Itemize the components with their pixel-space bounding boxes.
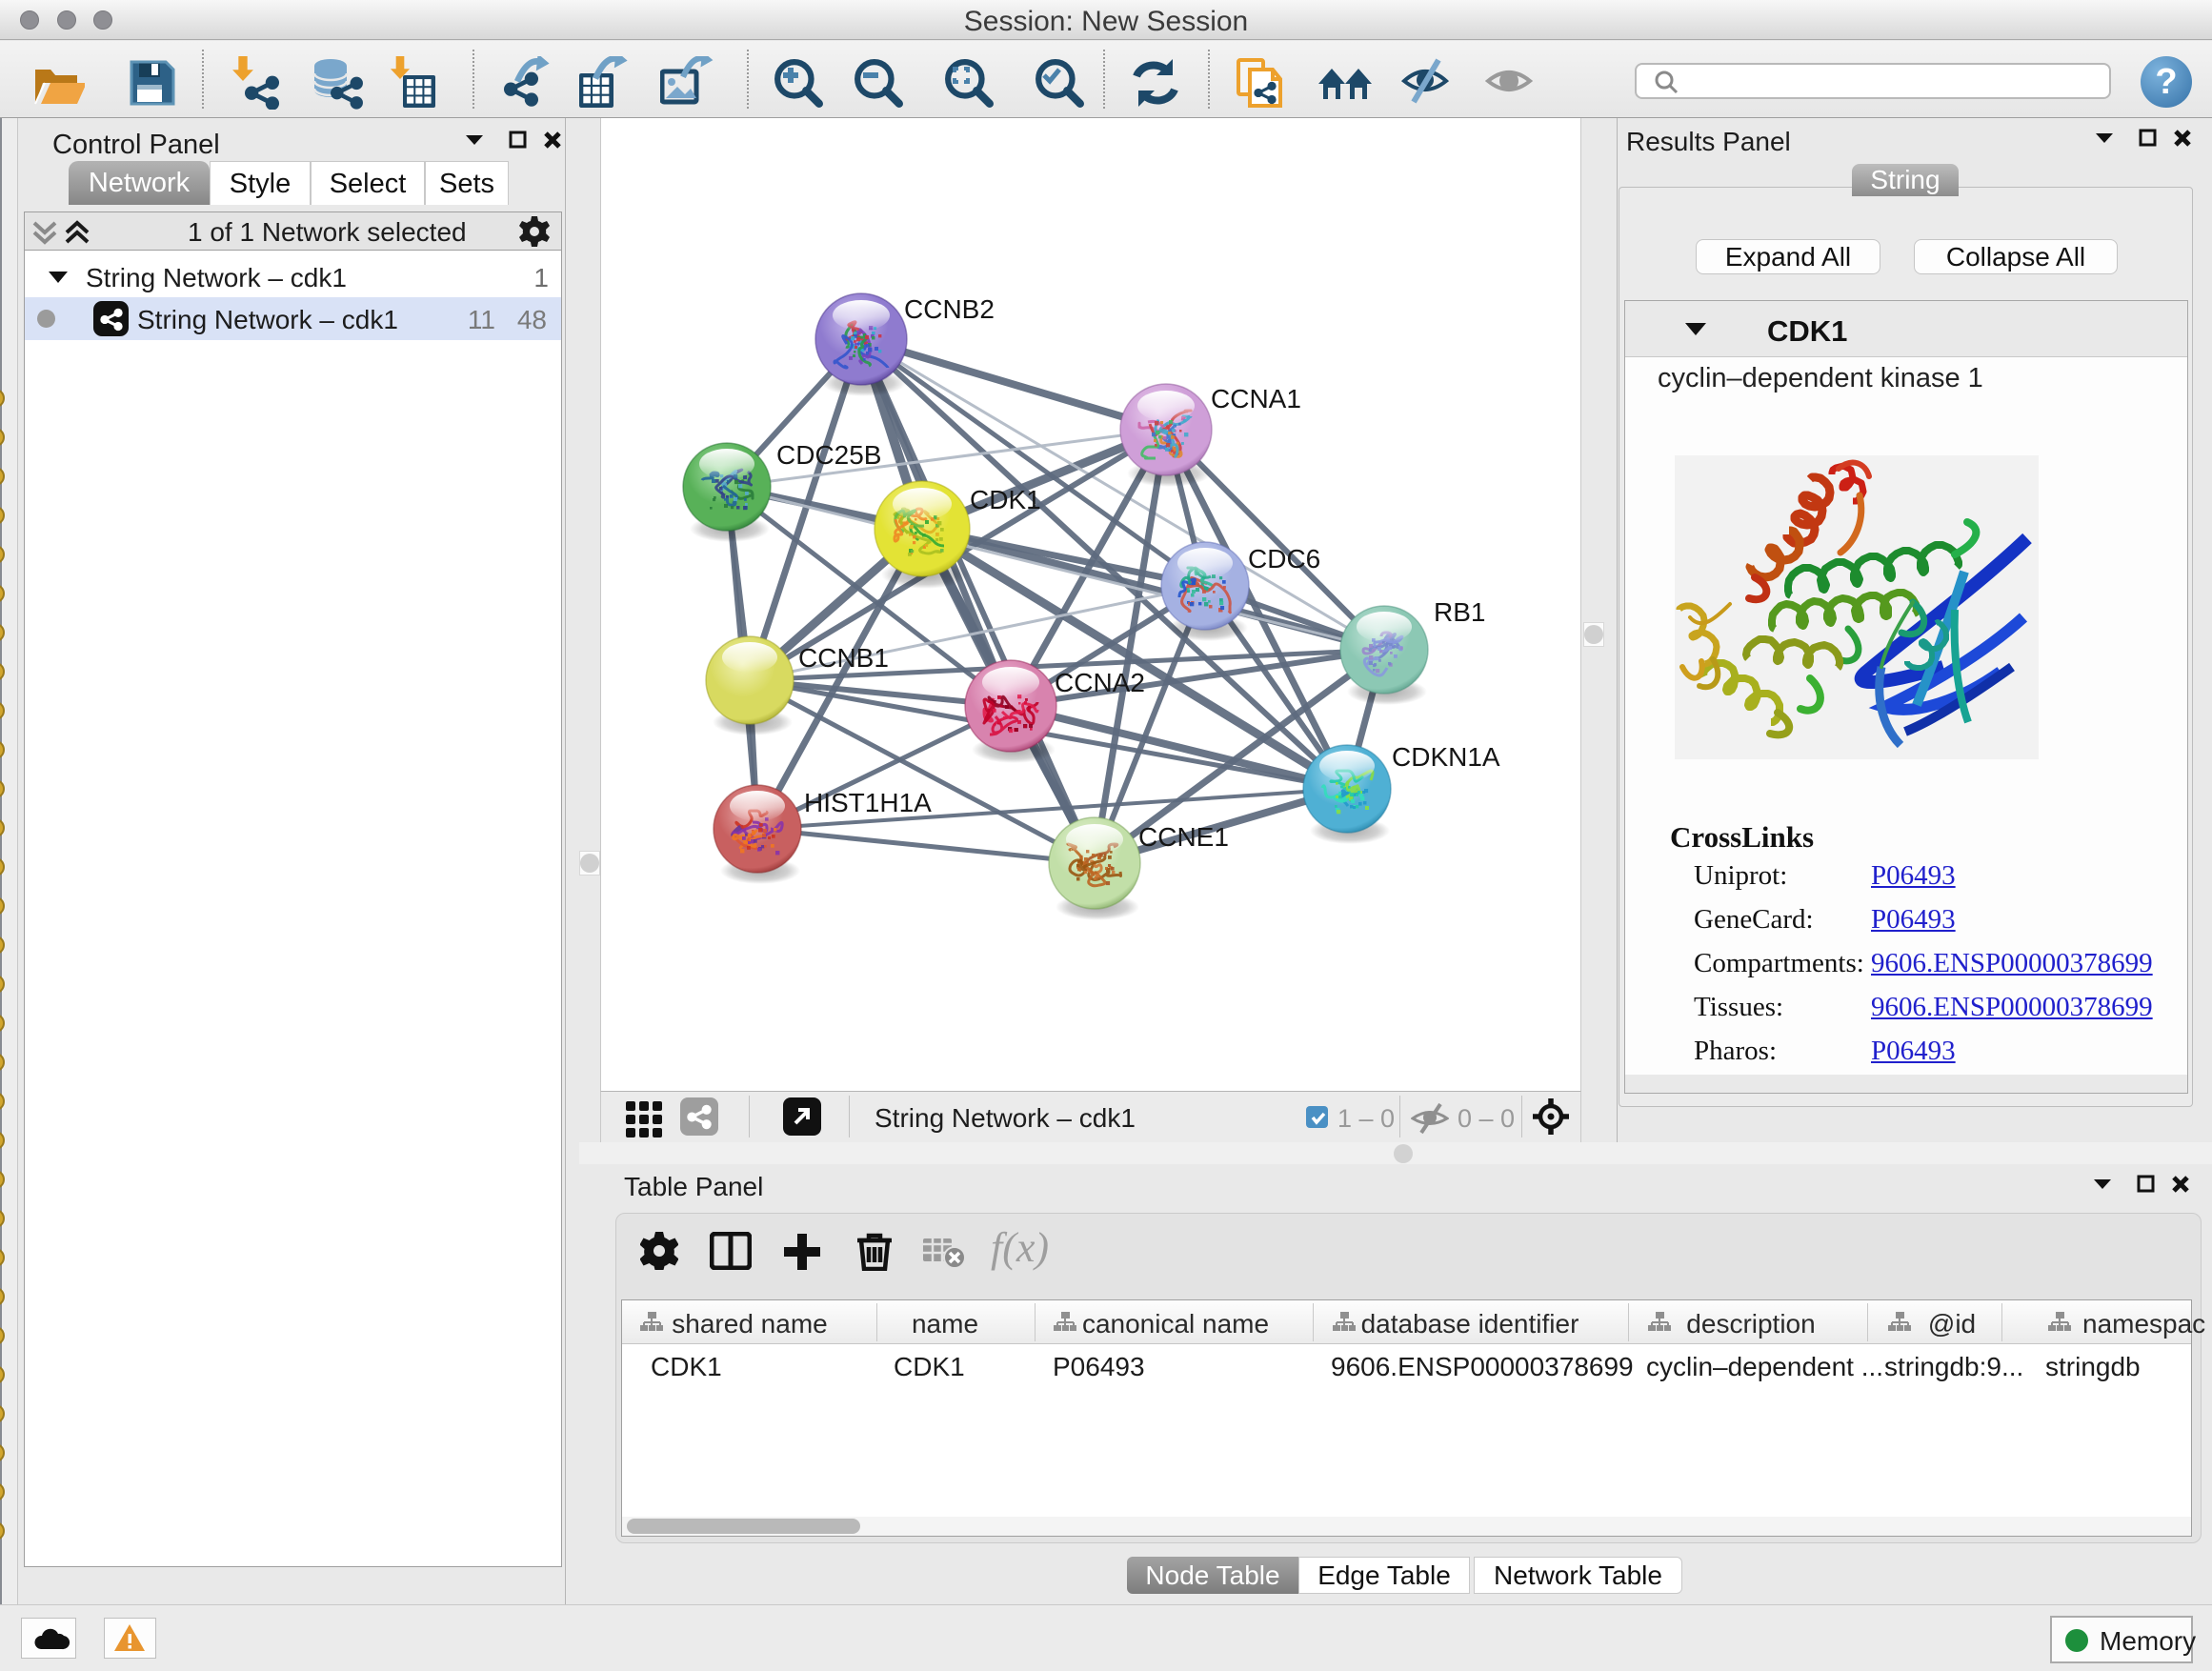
svg-text:CDC6: CDC6 [1248,544,1320,574]
svg-text:CCNB2: CCNB2 [904,294,995,324]
svg-text:CCNA1: CCNA1 [1211,384,1301,413]
svg-text:HIST1H1A: HIST1H1A [804,788,932,817]
svg-text:CCNA2: CCNA2 [1055,668,1145,697]
svg-text:CCNB1: CCNB1 [798,643,889,673]
svg-text:RB1: RB1 [1434,597,1485,627]
svg-text:CCNE1: CCNE1 [1138,822,1229,852]
svg-text:CDK1: CDK1 [970,485,1041,514]
svg-text:CDC25B: CDC25B [776,440,881,470]
svg-text:CDKN1A: CDKN1A [1392,742,1500,772]
